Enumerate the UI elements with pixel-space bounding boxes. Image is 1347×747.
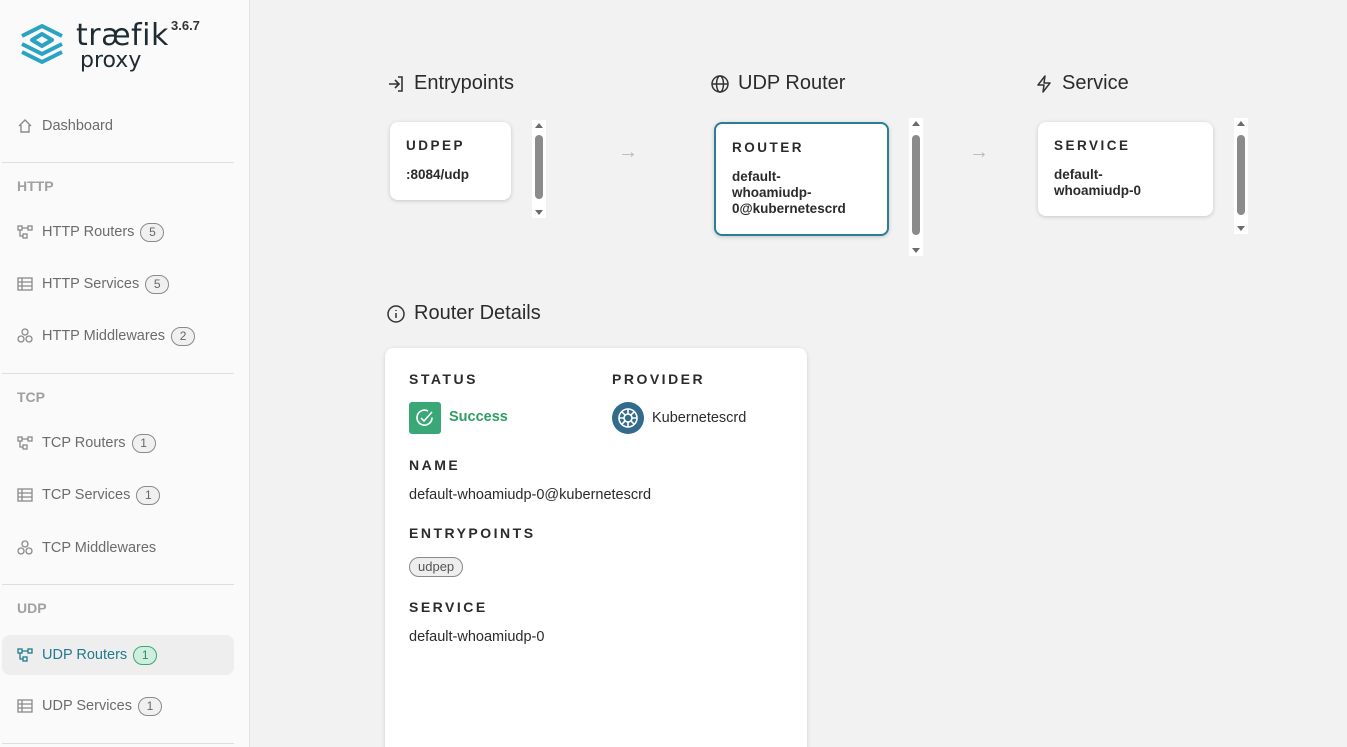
router-card[interactable]: ROUTER default-whoamiudp- 0@kubernetescrd xyxy=(714,122,889,236)
sidebar-item-label: HTTP Middlewares xyxy=(42,328,166,344)
services-icon xyxy=(16,275,34,293)
divider xyxy=(2,743,234,744)
scroll-thumb[interactable] xyxy=(912,135,920,235)
sidebar-item-label: TCP Routers xyxy=(42,435,126,451)
entrypoints-label: ENTRYPOINTS xyxy=(409,525,536,541)
login-arrow-icon xyxy=(386,74,406,94)
sidebar-item-dashboard[interactable]: Dashboard xyxy=(2,106,234,146)
version-label: 3.6.7 xyxy=(171,18,200,33)
count-badge: 5 xyxy=(145,274,170,294)
middlewares-icon xyxy=(16,327,34,345)
name-label: NAME xyxy=(409,457,461,473)
name-value: default-whoamiudp-0@kubernetescrd xyxy=(409,487,652,503)
scroll-thumb[interactable] xyxy=(1237,135,1245,215)
sidebar-item-udp-services[interactable]: UDP Services 1 xyxy=(2,686,234,726)
section-http: HTTP xyxy=(17,178,54,194)
count-badge: 1 xyxy=(131,433,156,453)
router-details-panel: STATUS Success PROVIDER Kubernetescrd NA… xyxy=(385,348,807,747)
home-icon xyxy=(16,117,34,135)
success-check-icon xyxy=(409,402,441,434)
status-label: STATUS xyxy=(409,371,478,387)
router-icon xyxy=(16,646,34,664)
traefik-logo-icon xyxy=(21,24,63,64)
router-details-title: Router Details xyxy=(386,302,541,325)
scroll-thumb[interactable] xyxy=(535,135,543,199)
sidebar-item-http-routers[interactable]: HTTP Routers 5 xyxy=(2,212,234,252)
router-icon xyxy=(16,223,34,241)
scroll-up-icon[interactable] xyxy=(1237,121,1245,126)
router-name: default-whoamiudp- 0@kubernetescrd xyxy=(732,169,846,216)
scroll-up-icon[interactable] xyxy=(912,121,920,126)
sidebar-item-label: Dashboard xyxy=(42,118,113,134)
divider xyxy=(2,584,234,585)
service-scrollbar[interactable] xyxy=(1234,118,1248,234)
entrypoints-scrollbar[interactable] xyxy=(532,120,546,218)
router-icon xyxy=(16,434,34,452)
count-badge: 1 xyxy=(133,645,158,665)
count-badge: 1 xyxy=(137,696,162,716)
sidebar-item-label: UDP Services xyxy=(42,698,132,714)
count-badge: 5 xyxy=(140,222,165,242)
count-badge: 2 xyxy=(171,326,196,346)
info-icon xyxy=(386,304,406,324)
service-label: SERVICE xyxy=(1054,138,1131,153)
services-icon xyxy=(16,697,34,715)
services-icon xyxy=(16,486,34,504)
scroll-down-icon[interactable] xyxy=(912,248,920,253)
sidebar-item-label: TCP Services xyxy=(42,487,131,503)
divider xyxy=(2,162,234,163)
service-name: default-whoamiudp-0 xyxy=(1054,167,1141,198)
brand-subtitle: proxy xyxy=(80,48,142,73)
kubernetes-icon xyxy=(612,402,644,434)
sidebar-item-http-services[interactable]: HTTP Services 5 xyxy=(2,264,234,304)
service-card[interactable]: SERVICE default-whoamiudp-0 xyxy=(1038,122,1213,216)
entrypoints-title: Entrypoints xyxy=(386,72,514,95)
router-scrollbar[interactable] xyxy=(909,118,923,256)
flow-arrow-icon: → xyxy=(969,141,989,163)
scroll-up-icon[interactable] xyxy=(535,123,543,128)
section-tcp: TCP xyxy=(17,389,45,405)
service-detail-label: SERVICE xyxy=(409,599,488,615)
sidebar-item-udp-routers[interactable]: UDP Routers 1 xyxy=(2,635,234,675)
globe-icon xyxy=(710,74,730,94)
scroll-down-icon[interactable] xyxy=(535,210,543,215)
divider xyxy=(2,373,234,374)
entrypoint-card[interactable]: UDPEP :8084/udp xyxy=(390,122,511,200)
entrypoint-name: UDPEP xyxy=(406,138,466,153)
sidebar-item-label: HTTP Routers xyxy=(42,224,135,240)
sidebar-item-tcp-services[interactable]: TCP Services 1 xyxy=(2,475,234,515)
udp-router-title: UDP Router xyxy=(710,72,845,95)
sidebar-item-http-middlewares[interactable]: HTTP Middlewares 2 xyxy=(2,316,234,356)
entrypoint-chip[interactable]: udpep xyxy=(409,557,464,577)
sidebar-item-label: TCP Middlewares xyxy=(42,540,157,556)
sidebar-item-label: UDP Routers xyxy=(42,647,128,663)
section-udp: UDP xyxy=(17,600,47,616)
flow-arrow-icon: → xyxy=(618,141,638,163)
router-label: ROUTER xyxy=(732,140,804,155)
sidebar-item-tcp-middlewares[interactable]: TCP Middlewares xyxy=(2,528,234,568)
status-value: Success xyxy=(449,409,508,425)
provider-label: PROVIDER xyxy=(612,371,706,387)
middlewares-icon xyxy=(16,539,34,557)
count-badge: 1 xyxy=(136,485,161,505)
sidebar: træfik 3.6.7 proxy Dashboard HTTP HTTP R… xyxy=(0,0,250,747)
service-title: Service xyxy=(1034,72,1129,95)
service-detail-value[interactable]: default-whoamiudp-0 xyxy=(409,629,544,645)
provider-value: Kubernetescrd xyxy=(652,410,747,426)
traefik-logo[interactable]: træfik 3.6.7 proxy xyxy=(18,18,218,78)
sidebar-item-tcp-routers[interactable]: TCP Routers 1 xyxy=(2,423,234,463)
bolt-icon xyxy=(1034,74,1054,94)
entrypoint-address: :8084/udp xyxy=(406,167,470,182)
sidebar-item-label: HTTP Services xyxy=(42,276,140,292)
scroll-down-icon[interactable] xyxy=(1237,226,1245,231)
